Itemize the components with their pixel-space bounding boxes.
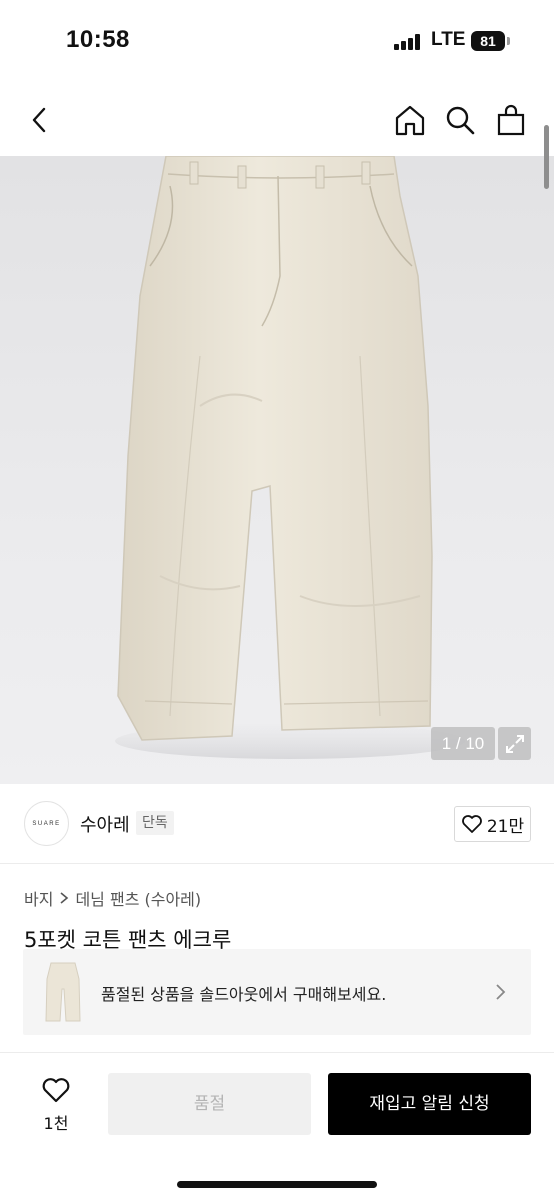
- image-counter: 1 / 10: [431, 727, 495, 760]
- search-button[interactable]: [440, 100, 480, 140]
- signal-icon: [394, 34, 422, 50]
- battery-icon: 81: [471, 31, 505, 51]
- divider: [0, 1052, 554, 1053]
- breadcrumb-category[interactable]: 바지: [24, 886, 53, 910]
- heart-icon: [461, 815, 482, 833]
- breadcrumb-subcategory[interactable]: 데님 팬츠 (수아레): [75, 886, 201, 910]
- home-icon: [395, 105, 425, 136]
- home-button[interactable]: [390, 100, 430, 140]
- banner-thumbnail: [45, 962, 81, 1022]
- like-button[interactable]: 1천: [22, 1074, 90, 1136]
- chevron-right-icon: [60, 892, 69, 904]
- search-icon: [446, 106, 475, 135]
- product-image-gallery[interactable]: 1 / 10: [0, 156, 554, 784]
- like-count: 1천: [43, 1114, 69, 1133]
- expand-icon: [505, 734, 524, 753]
- brand-logo[interactable]: SUARE: [24, 801, 69, 846]
- expand-button[interactable]: [498, 727, 531, 760]
- soldout-banner[interactable]: 품절된 상품을 솔드아웃에서 구매해보세요.: [23, 949, 531, 1035]
- breadcrumb: 바지 데님 팬츠 (수아레): [24, 886, 201, 910]
- brand-name[interactable]: 수아레: [80, 811, 130, 837]
- soldout-button: 품절: [108, 1073, 311, 1135]
- chevron-right-icon: [496, 984, 506, 1000]
- battery-tip: [507, 37, 510, 45]
- brand-like-count: 21만: [486, 816, 525, 837]
- cart-button[interactable]: [491, 100, 531, 140]
- network-type: LTE: [431, 29, 466, 50]
- restock-alert-button[interactable]: 재입고 알림 신청: [328, 1073, 531, 1135]
- home-indicator: [177, 1181, 377, 1188]
- chevron-left-icon: [32, 107, 46, 133]
- shopping-bag-icon: [497, 104, 525, 136]
- top-navigation: [0, 84, 554, 156]
- scroll-indicator: [544, 125, 549, 189]
- back-button[interactable]: [20, 100, 60, 140]
- heart-icon: [42, 1078, 70, 1103]
- product-image: [115, 156, 465, 759]
- status-bar: 10:58 LTE 81: [0, 0, 554, 84]
- brand-row: SUARE 수아레 단독 21만: [0, 784, 554, 864]
- exclusive-badge: 단독: [136, 811, 174, 835]
- soldout-banner-text: 품절된 상품을 솔드아웃에서 구매해보세요.: [101, 985, 387, 1004]
- brand-like-button[interactable]: 21만: [454, 806, 531, 842]
- status-time: 10:58: [66, 26, 130, 53]
